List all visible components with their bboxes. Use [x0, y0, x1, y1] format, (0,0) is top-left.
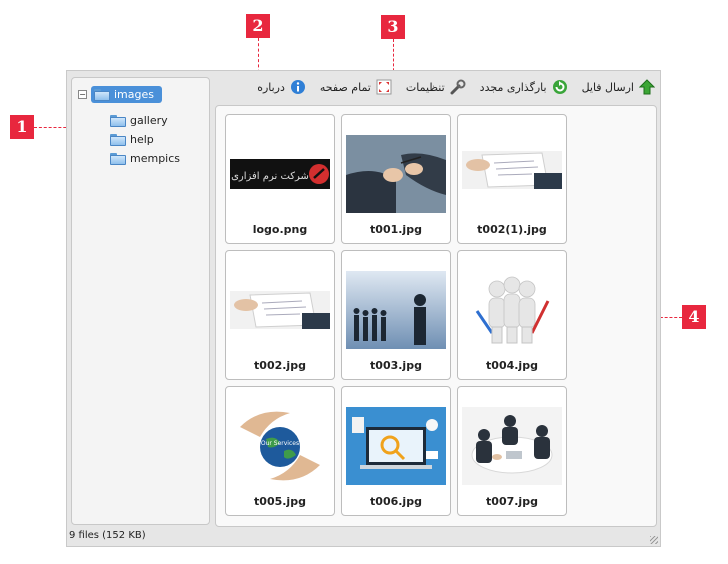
file-tile-logo[interactable]: شرکت نرم افزاری logo.png: [225, 114, 335, 244]
callout-3: 3: [381, 15, 405, 39]
info-icon: [290, 79, 306, 95]
fullscreen-icon: [376, 79, 392, 95]
file-tile-t001[interactable]: t001.jpg: [341, 114, 451, 244]
file-tile-t003[interactable]: t003.jpg: [341, 250, 451, 380]
folder-icon: [110, 133, 126, 146]
folder-icon: [94, 88, 110, 101]
collapse-toggle[interactable]: −: [78, 90, 87, 99]
tree-item-help[interactable]: help: [110, 133, 154, 146]
fullscreen-button[interactable]: تمام صفحه: [320, 79, 392, 95]
hands-pen-thumbnail: [346, 135, 446, 213]
folder-tree: − images gallery help mempics: [71, 77, 210, 525]
3d-figures-thumbnail: [462, 271, 562, 349]
callout-1: 1: [10, 115, 34, 139]
hands-document-thumbnail: [462, 151, 562, 189]
file-tile-t006[interactable]: t006.jpg: [341, 386, 451, 516]
tree-item-label: gallery: [130, 114, 168, 127]
file-grid: شرکت نرم افزاری logo.png t001.jpg t002(1…: [215, 105, 657, 527]
laptop-flat-thumbnail: [346, 407, 446, 485]
status-bar: 9 files (152 KB): [69, 530, 146, 541]
upload-button[interactable]: ارسال فایل: [581, 79, 656, 95]
file-tile-t005[interactable]: Our Services t005.jpg: [225, 386, 335, 516]
fullscreen-label: تمام صفحه: [319, 80, 371, 94]
file-name: t001.jpg: [370, 223, 422, 236]
folder-icon: [110, 114, 126, 127]
file-name: t002.jpg: [254, 359, 306, 372]
tree-item-mempics[interactable]: mempics: [110, 152, 180, 165]
upload-arrow-icon: [638, 79, 656, 95]
file-name: t006.jpg: [370, 495, 422, 508]
tree-item-label: help: [130, 133, 154, 146]
globe-text: Our Services: [261, 440, 299, 447]
tree-root-row[interactable]: − images: [78, 86, 162, 103]
file-name: t002(1).jpg: [477, 223, 547, 236]
logo-thumbnail: شرکت نرم افزاری: [230, 159, 330, 189]
about-label: درباره: [257, 80, 285, 94]
resize-grip-icon[interactable]: [650, 536, 658, 544]
folder-icon: [110, 152, 126, 165]
file-name: t003.jpg: [370, 359, 422, 372]
tree-root-selected[interactable]: images: [91, 86, 162, 103]
file-name: t004.jpg: [486, 359, 538, 372]
file-tile-t004[interactable]: t004.jpg: [457, 250, 567, 380]
file-tile-t002-1[interactable]: t002(1).jpg: [457, 114, 567, 244]
tree-item-gallery[interactable]: gallery: [110, 114, 168, 127]
business-people-thumbnail: [346, 271, 446, 349]
toolbar: ارسال فایل بارگذاری مجدد تنظیمات تمام صف…: [215, 76, 656, 98]
file-name: t007.jpg: [486, 495, 538, 508]
reload-button[interactable]: بارگذاری مجدد: [480, 79, 568, 95]
upload-label: ارسال فایل: [581, 80, 634, 94]
wrench-icon: [450, 79, 466, 95]
globe-hands-thumbnail: Our Services: [230, 407, 330, 485]
file-tile-t007[interactable]: t007.jpg: [457, 386, 567, 516]
reload-label: بارگذاری مجدد: [479, 80, 547, 94]
file-tile-t002[interactable]: t002.jpg: [225, 250, 335, 380]
callout-2: 2: [246, 14, 270, 38]
refresh-icon: [552, 79, 568, 95]
file-name: t005.jpg: [254, 495, 306, 508]
tree-root-label: images: [114, 88, 154, 101]
about-button[interactable]: درباره: [257, 79, 306, 95]
tree-item-label: mempics: [130, 152, 181, 165]
file-browser-window: − images gallery help mempics ارسال فایل: [66, 70, 661, 547]
hands-document-thumbnail: [230, 291, 330, 329]
settings-label: تنظیمات: [405, 80, 445, 94]
file-name: logo.png: [252, 223, 308, 236]
settings-button[interactable]: تنظیمات: [406, 79, 466, 95]
callout-4: 4: [682, 305, 706, 329]
logo-text: شرکت نرم افزاری: [231, 171, 309, 182]
meeting-thumbnail: [462, 407, 562, 485]
